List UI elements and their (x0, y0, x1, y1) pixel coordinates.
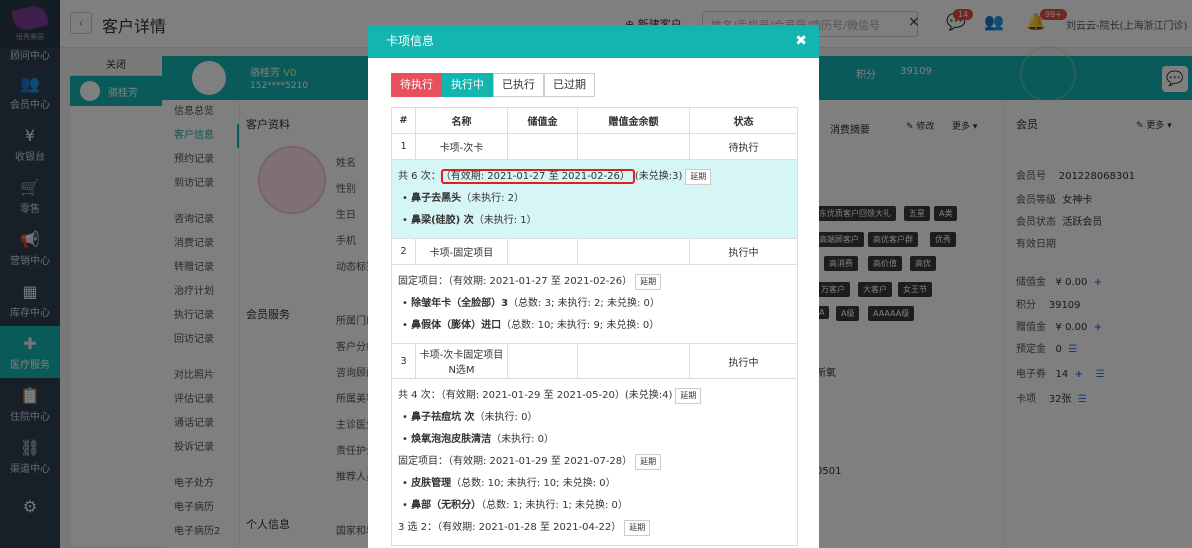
list-item: • 鼻部（无积分）（总数: 1; 未执行: 1; 未兑换: 0） (398, 495, 791, 517)
detail-row: 共 4 次：（有效期: 2021-01-29 至 2021-05-20）(未兑换… (391, 378, 798, 546)
row-number: 2 (391, 238, 416, 265)
validity-range: （有效期: 2021-01-27 至 2021-02-26） (448, 276, 633, 287)
detail-cell: 共 4 次：（有效期: 2021-01-29 至 2021-05-20）(未兑换… (391, 378, 798, 546)
card-name: 卡项-次卡固定项目N选M (415, 343, 508, 379)
table-row: 2 卡项-固定项目 执行中 (391, 238, 798, 265)
bullet-icon: • (402, 500, 412, 511)
item-info: （未执行: 2） (461, 193, 524, 204)
card-status: 执行中 (689, 343, 798, 379)
detail-row: 固定项目：（有效期: 2021-01-27 至 2021-02-26） 延期 • 除… (391, 264, 798, 344)
column-header: 储值金 (507, 107, 578, 134)
validity-suffix: (未兑换:4) (624, 390, 673, 401)
list-item: • 皮肤管理（总数: 10; 未执行: 10; 未兑换: 0） (398, 473, 791, 495)
bullet-icon: • (402, 412, 412, 423)
gift-balance (577, 343, 690, 379)
validity-range: （有效期: 2021-01-27 至 2021-02-26） (440, 169, 635, 184)
validity-prefix: 3 选 2： (398, 522, 438, 533)
list-item: • 鼻假体（膨体）进口（总数: 10; 未执行: 9; 未兑换: 0） (398, 315, 791, 337)
item-info: （总数: 3; 未执行: 2; 未兑换: 0） (508, 298, 660, 309)
list-item: • 鼻子祛痘坑 次（未执行: 0） (398, 407, 791, 429)
card-status: 待执行 (689, 133, 798, 160)
item-name: 鼻假体（膨体）进口 (411, 320, 502, 331)
status-tab[interactable]: 已过期 (544, 73, 595, 97)
extend-button[interactable]: 延期 (635, 274, 662, 290)
item-name: 皮肤管理 (411, 478, 452, 489)
validity-prefix: 固定项目： (398, 456, 448, 467)
extend-button[interactable]: 延期 (635, 454, 662, 470)
extend-button[interactable]: 延期 (675, 388, 702, 404)
detail-row: 共 6 次： （有效期: 2021-01-27 至 2021-02-26） (未兑换… (391, 159, 798, 239)
status-tab[interactable]: 已执行 (493, 73, 544, 97)
column-header: 状态 (689, 107, 798, 134)
item-info: （总数: 10; 未执行: 10; 未兑换: 0） (451, 478, 616, 489)
validity-prefix: 共 4 次： (398, 390, 441, 401)
item-name: 焕氧泡泡皮肤清洁 (411, 434, 492, 445)
item-info: （总数: 10; 未执行: 9; 未兑换: 0） (501, 320, 660, 331)
validity-prefix: 共 6 次： (398, 171, 441, 182)
validity-line: 3 选 2：（有效期: 2021-01-28 至 2021-04-22） 延期 (398, 517, 791, 539)
modal-title: 卡项信息 (386, 34, 435, 48)
validity-range: （有效期: 2021-01-29 至 2021-07-28） (448, 456, 633, 467)
bullet-icon: • (402, 215, 412, 226)
list-item: • 鼻梁(硅胶) 次（未执行: 1） (398, 210, 791, 232)
card-info-modal: 卡项信息 ✖ 待执行 执行中 已执行 已过期 # 名称 储值金 赠值金余额 状态 1 卡项-次卡… (368, 25, 819, 548)
item-name: 鼻子祛痘坑 次 (411, 412, 475, 423)
validity-line: 固定项目：（有效期: 2021-01-29 至 2021-07-28） 延期 (398, 451, 791, 473)
card-status: 执行中 (689, 238, 798, 265)
item-info: （未执行: 1） (473, 215, 537, 226)
detail-cell: 固定项目：（有效期: 2021-01-27 至 2021-02-26） 延期 • 除… (391, 264, 798, 344)
item-name: 鼻梁(硅胶) 次 (411, 215, 474, 226)
stored-value (507, 133, 578, 160)
bullet-icon: • (402, 298, 412, 309)
extend-button[interactable]: 延期 (685, 169, 712, 185)
validity-range: （有效期: 2021-01-29 至 2021-05-20） (440, 390, 625, 401)
validity-line: 共 4 次：（有效期: 2021-01-29 至 2021-05-20）(未兑换… (398, 385, 791, 407)
card-table: # 名称 储值金 赠值金余额 状态 1 卡项-次卡 待执行共 6 次： （有效期: 2021-… (391, 107, 798, 546)
card-table-wrap: # 名称 储值金 赠值金余额 状态 1 卡项-次卡 待执行共 6 次： （有效期: 2021-… (391, 107, 798, 546)
stored-value (507, 238, 578, 265)
list-item: • 除皱年卡（全脸部）3（总数: 3; 未执行: 2; 未兑换: 0） (398, 293, 791, 315)
item-name: 鼻子去黑头 (411, 193, 462, 204)
column-header: 名称 (415, 107, 508, 134)
close-icon[interactable]: ✖ (795, 25, 807, 58)
validity-line: 固定项目：（有效期: 2021-01-27 至 2021-02-26） 延期 (398, 271, 791, 293)
item-name: 除皱年卡（全脸部）3 (411, 298, 509, 309)
card-detail: 共 6 次： （有效期: 2021-01-27 至 2021-02-26） (未兑换… (392, 160, 797, 238)
bullet-icon: • (402, 478, 412, 489)
gift-balance (577, 133, 690, 160)
bullet-icon: • (402, 434, 412, 445)
bullet-icon: • (402, 320, 412, 331)
detail-cell: 共 6 次： （有效期: 2021-01-27 至 2021-02-26） (未兑换… (391, 159, 798, 239)
table-row: 1 卡项-次卡 待执行 (391, 133, 798, 160)
column-header: # (391, 107, 416, 134)
status-tab[interactable]: 执行中 (442, 73, 493, 97)
item-name: 鼻部（无积分） (411, 500, 482, 511)
card-detail: 共 4 次：（有效期: 2021-01-29 至 2021-05-20）(未兑换… (392, 379, 797, 545)
row-number: 1 (391, 133, 416, 160)
modal-header: 卡项信息 ✖ (368, 25, 819, 58)
row-number: 3 (391, 343, 416, 379)
list-item: • 鼻子去黑头（未执行: 2） (398, 188, 791, 210)
card-detail: 固定项目：（有效期: 2021-01-27 至 2021-02-26） 延期 • 除… (392, 265, 797, 343)
bullet-icon: • (402, 193, 412, 204)
item-info: （未执行: 0） (491, 434, 554, 445)
extend-button[interactable]: 延期 (624, 520, 651, 536)
validity-suffix: (未兑换:3) (634, 171, 683, 182)
table-row: 3 卡项-次卡固定项目N选M 执行中 (391, 343, 798, 379)
validity-prefix: 固定项目： (398, 276, 448, 287)
validity-line: 共 6 次： （有效期: 2021-01-27 至 2021-02-26） (未兑换… (398, 166, 791, 188)
validity-range: （有效期: 2021-01-28 至 2021-04-22） (437, 522, 622, 533)
list-item: • 焕氧泡泡皮肤清洁（未执行: 0） (398, 429, 791, 451)
stored-value (507, 343, 578, 379)
item-info: （总数: 1; 未执行: 1; 未兑换: 0） (481, 500, 628, 511)
card-name: 卡项-固定项目 (415, 238, 508, 265)
gift-balance (577, 238, 690, 265)
column-header: 赠值金余额 (577, 107, 690, 134)
item-info: （未执行: 0） (474, 412, 538, 423)
status-tab[interactable]: 待执行 (391, 73, 442, 97)
status-tabs: 待执行 执行中 已执行 已过期 (391, 73, 595, 97)
card-name: 卡项-次卡 (415, 133, 508, 160)
